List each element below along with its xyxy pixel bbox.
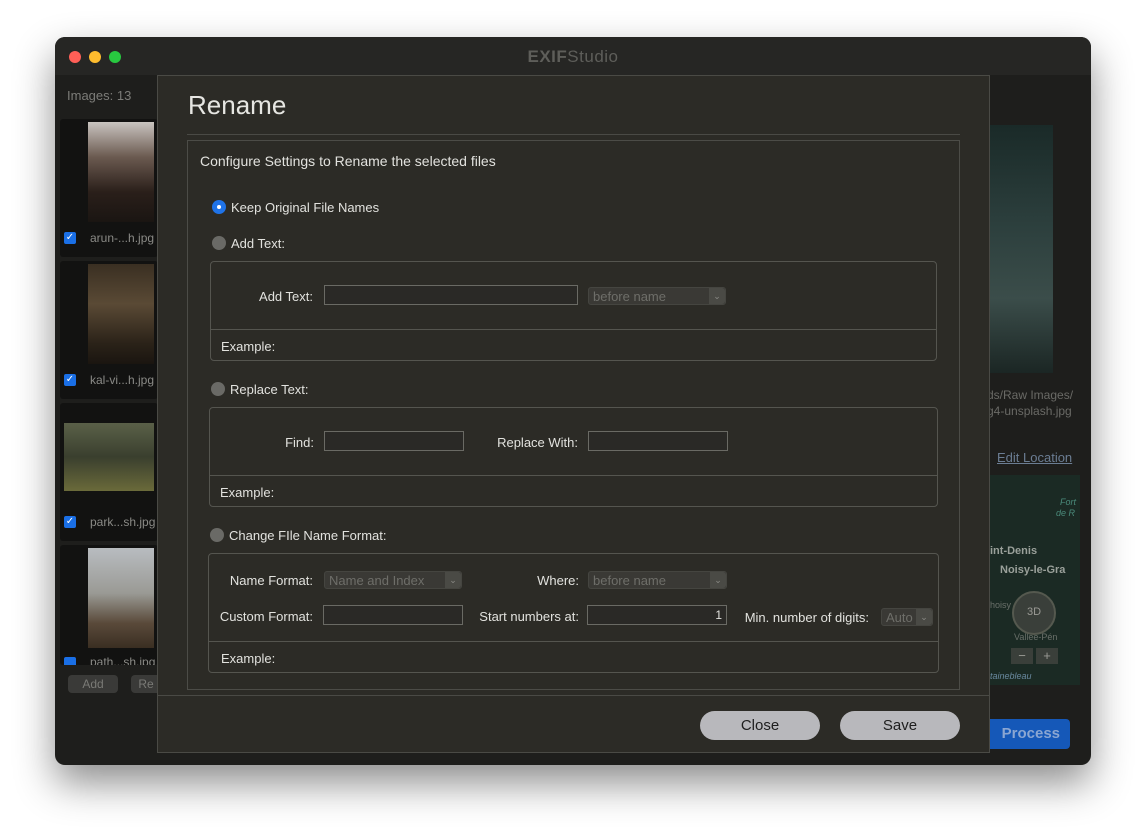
find-label: Find:: [285, 435, 314, 450]
title-separator: [187, 134, 960, 135]
name-format-value: Name and Index: [329, 573, 425, 588]
thumbnail-checkbox[interactable]: ✓: [64, 516, 76, 528]
thumbnail-filename: arun-...h.jpg: [90, 231, 155, 245]
thumbnail-filename: path...sh.jpg: [90, 655, 156, 665]
add-text-position-value: before name: [593, 289, 666, 304]
thumbnail-checkbox[interactable]: ✓: [64, 374, 76, 386]
replace-text-example: Example:: [220, 485, 275, 500]
file-path-line1: ds/Raw Images/: [987, 388, 1074, 402]
thumbnail-filename: park...sh.jpg: [90, 515, 156, 529]
format-example: Example:: [221, 651, 276, 666]
min-digits-select[interactable]: Auto ⌄: [881, 608, 933, 626]
start-numbers-label: Start numbers at:: [479, 609, 579, 624]
thumbnail-image: [88, 264, 154, 364]
keep-original-label: Keep Original File Names: [231, 200, 380, 215]
dialog-subtitle: Configure Settings to Rename the selecte…: [200, 153, 496, 169]
map-label: int-Denis: [990, 545, 1038, 557]
chevron-down-icon: ⌄: [709, 288, 725, 304]
thumbnail-checkbox[interactable]: ✓: [64, 232, 76, 244]
footer-separator: [158, 695, 989, 696]
dialog-title: Rename: [188, 90, 287, 120]
add-text-position-select[interactable]: before name ⌄: [588, 287, 726, 305]
thumbnail-checkbox[interactable]: [64, 657, 76, 665]
add-text-example: Example:: [221, 339, 276, 354]
add-text-input[interactable]: [324, 285, 578, 305]
group-separator: [210, 475, 937, 476]
chevron-down-icon: ⌄: [445, 572, 461, 588]
app-title-bold: EXIF: [527, 47, 568, 66]
map-label: de R: [1056, 508, 1076, 518]
replace-text-radio-label: Replace Text:: [230, 382, 309, 397]
add-text-radio-label: Add Text:: [231, 236, 285, 251]
title-bar: EXIFStudio: [55, 37, 1091, 75]
thumbnail-card[interactable]: ✓ kal-vi...h.jpg: [60, 261, 158, 399]
where-select[interactable]: before name ⌄: [588, 571, 727, 589]
keep-original-radio[interactable]: [212, 200, 226, 214]
rename-dialog: Rename Configure Settings to Rename the …: [157, 75, 990, 753]
app-title: EXIFStudio: [55, 47, 1091, 67]
map-compass[interactable]: 3D: [1012, 591, 1056, 635]
find-input[interactable]: [324, 431, 464, 451]
map-zoom-in-button[interactable]: +: [1036, 648, 1058, 664]
images-count: Images: 13: [67, 88, 132, 103]
thumbnail-image: [88, 548, 154, 648]
replace-text-group: Find: Replace With: Example:: [209, 407, 938, 507]
group-separator: [211, 329, 936, 330]
change-format-radio[interactable]: [210, 528, 224, 542]
edit-location-link[interactable]: Edit Location: [997, 450, 1072, 465]
file-path-line2: g4-unsplash.jpg: [987, 404, 1072, 418]
format-group: Name Format: Name and Index ⌄ Where: bef…: [208, 553, 939, 673]
compass-3d-label: 3D: [1026, 606, 1042, 618]
start-numbers-input[interactable]: [587, 605, 727, 625]
add-images-button[interactable]: Add: [68, 675, 118, 693]
save-button[interactable]: Save: [840, 711, 960, 740]
thumbnail-card[interactable]: ✓ arun-...h.jpg: [60, 119, 158, 257]
map-label: tainebleau: [990, 671, 1032, 681]
min-digits-value: Auto: [886, 610, 913, 625]
custom-format-label: Custom Format:: [219, 609, 313, 624]
group-separator: [209, 641, 938, 642]
replace-with-input[interactable]: [588, 431, 728, 451]
thumbnail-card[interactable]: path...sh.jpg: [60, 545, 158, 665]
replace-text-radio[interactable]: [211, 382, 225, 396]
map-label: Fort: [1060, 497, 1077, 507]
where-value: before name: [593, 573, 666, 588]
where-label: Where:: [537, 573, 579, 588]
thumbnail-image: [88, 122, 154, 222]
custom-format-input[interactable]: [323, 605, 463, 625]
min-digits-label: Min. number of digits:: [744, 610, 869, 625]
thumbnail-image: [64, 423, 154, 491]
add-text-field-label: Add Text:: [259, 289, 313, 304]
close-button[interactable]: Close: [700, 711, 820, 740]
map-label: Noisy-le-Gra: [1000, 564, 1066, 576]
map-label: hoisy: [990, 600, 1012, 610]
location-map[interactable]: Fort de R int-Denis Noisy-le-Gra hoisy V…: [990, 475, 1080, 685]
map-zoom-out-button[interactable]: −: [1011, 648, 1033, 664]
chevron-down-icon: ⌄: [710, 572, 726, 588]
thumbnail-filename: kal-vi...h.jpg: [90, 373, 155, 387]
thumbnail-card[interactable]: ✓ park...sh.jpg: [60, 403, 158, 541]
change-format-radio-label: Change FIle Name Format:: [229, 528, 387, 543]
add-text-radio[interactable]: [212, 236, 226, 250]
app-title-light: Studio: [567, 47, 619, 66]
preview-image: [990, 125, 1053, 373]
settings-box: Configure Settings to Rename the selecte…: [187, 140, 960, 690]
name-format-label: Name Format:: [229, 573, 313, 588]
name-format-select[interactable]: Name and Index ⌄: [324, 571, 462, 589]
chevron-down-icon: ⌄: [916, 609, 932, 625]
replace-with-label: Replace With:: [497, 435, 578, 450]
add-text-group: Add Text: before name ⌄ Example:: [210, 261, 937, 361]
